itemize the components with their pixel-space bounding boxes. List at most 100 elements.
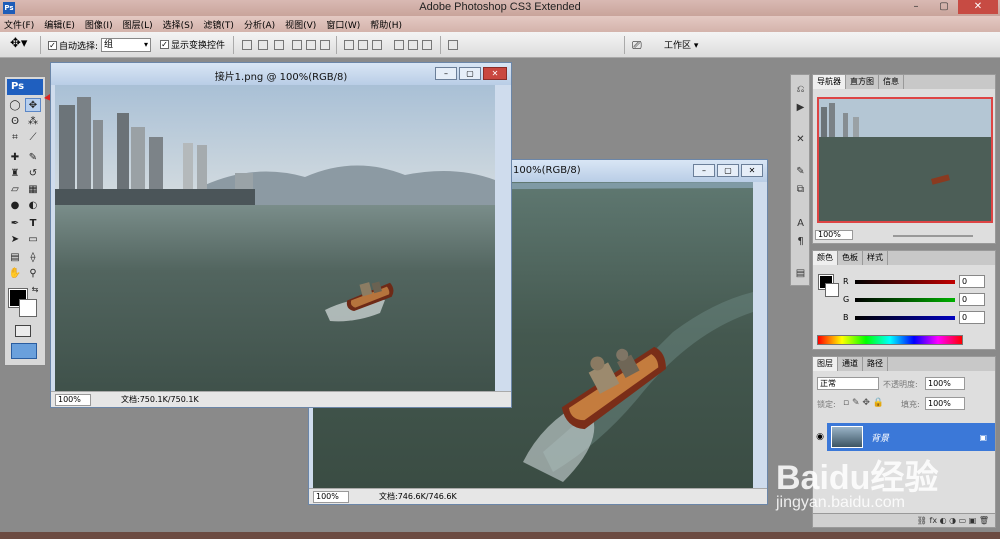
menu-layer[interactable]: 图层(L) xyxy=(123,18,153,31)
auto-select-checkbox[interactable]: ✓ xyxy=(48,40,57,50)
paragraph-icon[interactable]: ¶ xyxy=(794,235,807,248)
bridge-icon[interactable]: ⎚ xyxy=(632,38,642,53)
tab-info[interactable]: 信息 xyxy=(879,75,904,89)
tab-navigator[interactable]: 导航器 xyxy=(813,75,846,89)
screen-mode-icon[interactable] xyxy=(11,343,37,359)
align-vcenter-icon[interactable] xyxy=(258,40,268,50)
distribute-bottom-icon[interactable] xyxy=(372,40,382,50)
swap-colors-icon[interactable]: ⇆ xyxy=(27,283,43,297)
maximize-button[interactable]: ▢ xyxy=(932,0,956,14)
align-left-icon[interactable] xyxy=(292,40,302,50)
type-tool-icon[interactable]: T xyxy=(25,217,41,231)
character-icon[interactable]: A xyxy=(794,217,807,230)
lock-icons[interactable]: ▫ ✎ ✥ 🔒 xyxy=(843,398,884,408)
shape-tool-icon[interactable]: ▭ xyxy=(25,233,41,247)
color-g-slider[interactable] xyxy=(855,297,955,302)
menu-analysis[interactable]: 分析(A) xyxy=(244,18,275,31)
lasso-tool-icon[interactable]: ʘ xyxy=(7,115,23,129)
tab-styles[interactable]: 样式 xyxy=(863,251,888,265)
clone-stamp-icon[interactable]: ♜ xyxy=(7,167,23,181)
distribute-top-icon[interactable] xyxy=(344,40,354,50)
layer-comps-icon[interactable]: ▤ xyxy=(794,267,807,280)
menu-filter[interactable]: 滤镜(T) xyxy=(203,18,234,31)
blur-tool-icon[interactable]: ● xyxy=(7,199,23,213)
brush-tool-icon[interactable]: ✎ xyxy=(25,151,41,165)
distribute-left-icon[interactable] xyxy=(394,40,404,50)
align-right-icon[interactable] xyxy=(320,40,330,50)
zoom-field[interactable]: 100% xyxy=(313,490,349,503)
color-r-value[interactable]: 0 xyxy=(959,275,985,288)
distribute-vcenter-icon[interactable] xyxy=(358,40,368,50)
doc-close-button[interactable]: ✕ xyxy=(483,67,507,80)
dodge-tool-icon[interactable]: ◐ xyxy=(25,199,41,213)
tab-color[interactable]: 颜色 xyxy=(813,251,838,265)
tab-swatches[interactable]: 色板 xyxy=(838,251,863,265)
auto-align-layers-icon[interactable] xyxy=(448,40,458,50)
workspace-menu[interactable]: 工作区 ▾ xyxy=(664,38,698,51)
document-window-front[interactable]: 接片1.png @ 100%(RGB/8) – ▢ ✕ 100% 文档:750.… xyxy=(50,62,512,408)
fill-field[interactable]: 100% xyxy=(925,397,965,410)
doc-minimize-button[interactable]: – xyxy=(693,164,715,177)
navigator-zoom-field[interactable]: 100% xyxy=(815,230,853,240)
menu-view[interactable]: 视图(V) xyxy=(285,18,316,31)
menu-file[interactable]: 文件(F) xyxy=(4,18,34,31)
color-spectrum-bar[interactable] xyxy=(817,335,963,345)
tab-paths[interactable]: 路径 xyxy=(863,357,888,371)
menu-image[interactable]: 图像(I) xyxy=(85,18,113,31)
eyedropper-tool-icon[interactable]: ⟠ xyxy=(25,251,41,265)
eraser-tool-icon[interactable]: ▱ xyxy=(7,183,23,197)
color-g-value[interactable]: 0 xyxy=(959,293,985,306)
layers-footer-toolbar[interactable]: ⛓ fx ◐ ◑ ▭ ▣ 🗑 xyxy=(813,513,995,527)
document-titlebar[interactable]: 接片1.png @ 100%(RGB/8) – ▢ ✕ xyxy=(51,63,511,85)
notes-tool-icon[interactable]: ▤ xyxy=(7,251,23,265)
close-button[interactable]: ✕ xyxy=(958,0,998,14)
visibility-eye-icon[interactable]: ◉ xyxy=(813,423,827,451)
navigator-thumbnail[interactable] xyxy=(817,97,993,223)
marquee-tool-icon[interactable]: ◯ xyxy=(7,99,23,113)
doc-close-button[interactable]: ✕ xyxy=(741,164,763,177)
tool-presets-icon[interactable]: ✕ xyxy=(794,133,807,146)
tab-channels[interactable]: 通道 xyxy=(838,357,863,371)
doc-maximize-button[interactable]: ▢ xyxy=(459,67,481,80)
actions-icon[interactable]: ▶ xyxy=(794,101,807,114)
crop-tool-icon[interactable]: ⌗ xyxy=(7,131,23,145)
color-r-slider[interactable] xyxy=(855,279,955,284)
align-bottom-icon[interactable] xyxy=(274,40,284,50)
clone-source-icon[interactable]: ⧉ xyxy=(794,183,807,196)
blend-mode-dropdown[interactable]: 正常 xyxy=(817,377,879,390)
move-tool-icon[interactable]: ✥ xyxy=(25,98,41,112)
menu-help[interactable]: 帮助(H) xyxy=(370,18,402,31)
distribute-hcenter-icon[interactable] xyxy=(408,40,418,50)
opacity-field[interactable]: 100% xyxy=(925,377,965,390)
history-brush-icon[interactable]: ↺ xyxy=(25,167,41,181)
move-tool-preset-icon[interactable]: ✥▾ xyxy=(10,36,27,51)
color-b-slider[interactable] xyxy=(855,315,955,320)
healing-brush-icon[interactable]: ✚ xyxy=(7,151,23,165)
magic-wand-icon[interactable]: ⁂ xyxy=(25,115,41,129)
quick-mask-icon[interactable] xyxy=(15,325,31,337)
zoom-tool-icon[interactable]: ⚲ xyxy=(25,267,41,281)
pen-tool-icon[interactable]: ✒ xyxy=(7,217,23,231)
menu-window[interactable]: 窗口(W) xyxy=(326,18,360,31)
doc-maximize-button[interactable]: ▢ xyxy=(717,164,739,177)
color-background-swatch[interactable] xyxy=(825,283,839,297)
minimize-button[interactable]: – xyxy=(904,0,928,14)
distribute-right-icon[interactable] xyxy=(422,40,432,50)
tab-layers[interactable]: 图层 xyxy=(813,357,838,371)
document-canvas[interactable] xyxy=(55,85,495,393)
doc-minimize-button[interactable]: – xyxy=(435,67,457,80)
menu-select[interactable]: 选择(S) xyxy=(163,18,194,31)
color-b-value[interactable]: 0 xyxy=(959,311,985,324)
show-transform-checkbox[interactable]: ✓ xyxy=(160,40,169,49)
gradient-tool-icon[interactable]: ▦ xyxy=(25,183,41,197)
hand-tool-icon[interactable]: ✋ xyxy=(7,267,23,281)
zoom-field[interactable]: 100% xyxy=(55,393,91,406)
tab-histogram[interactable]: 直方图 xyxy=(846,75,879,89)
menu-edit[interactable]: 编辑(E) xyxy=(44,18,75,31)
align-top-icon[interactable] xyxy=(242,40,252,50)
background-color-swatch[interactable] xyxy=(19,299,37,317)
history-icon[interactable]: ⎌ xyxy=(794,83,807,96)
auto-select-dropdown[interactable]: 组 xyxy=(101,38,152,52)
slice-tool-icon[interactable]: ⟋ xyxy=(25,131,41,145)
navigator-zoom-slider[interactable] xyxy=(893,235,973,237)
